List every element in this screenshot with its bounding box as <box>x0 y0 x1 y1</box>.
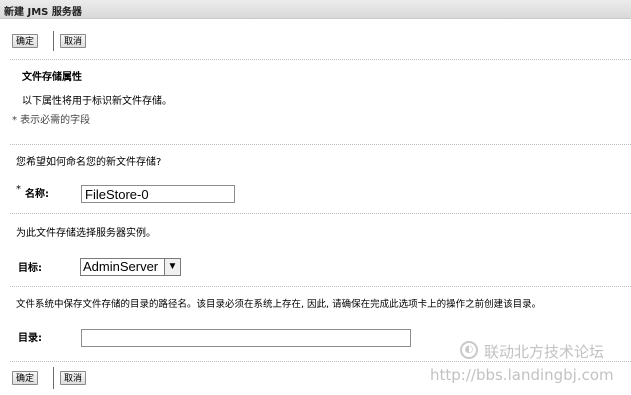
name-label: 名称: <box>25 189 49 200</box>
cancel-button-top[interactable]: 取消 <box>60 34 87 48</box>
ok-button-bottom[interactable]: 确定 <box>12 371 39 385</box>
ok-button-top[interactable]: 确定 <box>12 34 39 48</box>
divider <box>10 213 631 214</box>
divider <box>10 59 631 60</box>
name-question: 您希望如何命名您的新文件存储? <box>16 157 162 168</box>
watermark-url: http://bbs.landingbj.com <box>430 366 614 384</box>
divider <box>10 286 631 287</box>
button-separator-top <box>53 31 54 51</box>
target-select[interactable]: AdminServer ▼ <box>80 258 181 276</box>
watermark-logo-icon: ◐ <box>460 341 478 359</box>
page-title: 新建 JMS 服务器 <box>4 7 82 18</box>
required-asterisk: * <box>16 184 21 195</box>
section-description: 以下属性将用于标识新文件存储。 <box>22 96 172 107</box>
directory-label: 目录: <box>18 333 42 344</box>
directory-question: 文件系统中保存文件存储的目录的路径名。该目录必须在系统上存在, 因此, 请确保在… <box>16 299 542 310</box>
section-heading: 文件存储属性 <box>22 72 82 83</box>
required-note: * 表示必需的字段 <box>12 115 91 126</box>
target-question: 为此文件存储选择服务器实例。 <box>16 228 156 239</box>
target-label: 目标: <box>18 263 42 274</box>
watermark-forum-name: 联动北方技术论坛 <box>484 343 605 361</box>
directory-input[interactable] <box>81 329 411 347</box>
button-separator-bottom <box>53 367 54 389</box>
cancel-button-bottom[interactable]: 取消 <box>60 371 87 385</box>
target-selected-value: AdminServer <box>83 259 159 274</box>
divider <box>10 144 631 145</box>
name-input[interactable] <box>81 185 235 203</box>
title-bar: 新建 JMS 服务器 <box>0 0 631 19</box>
chevron-down-icon[interactable]: ▼ <box>164 259 180 275</box>
